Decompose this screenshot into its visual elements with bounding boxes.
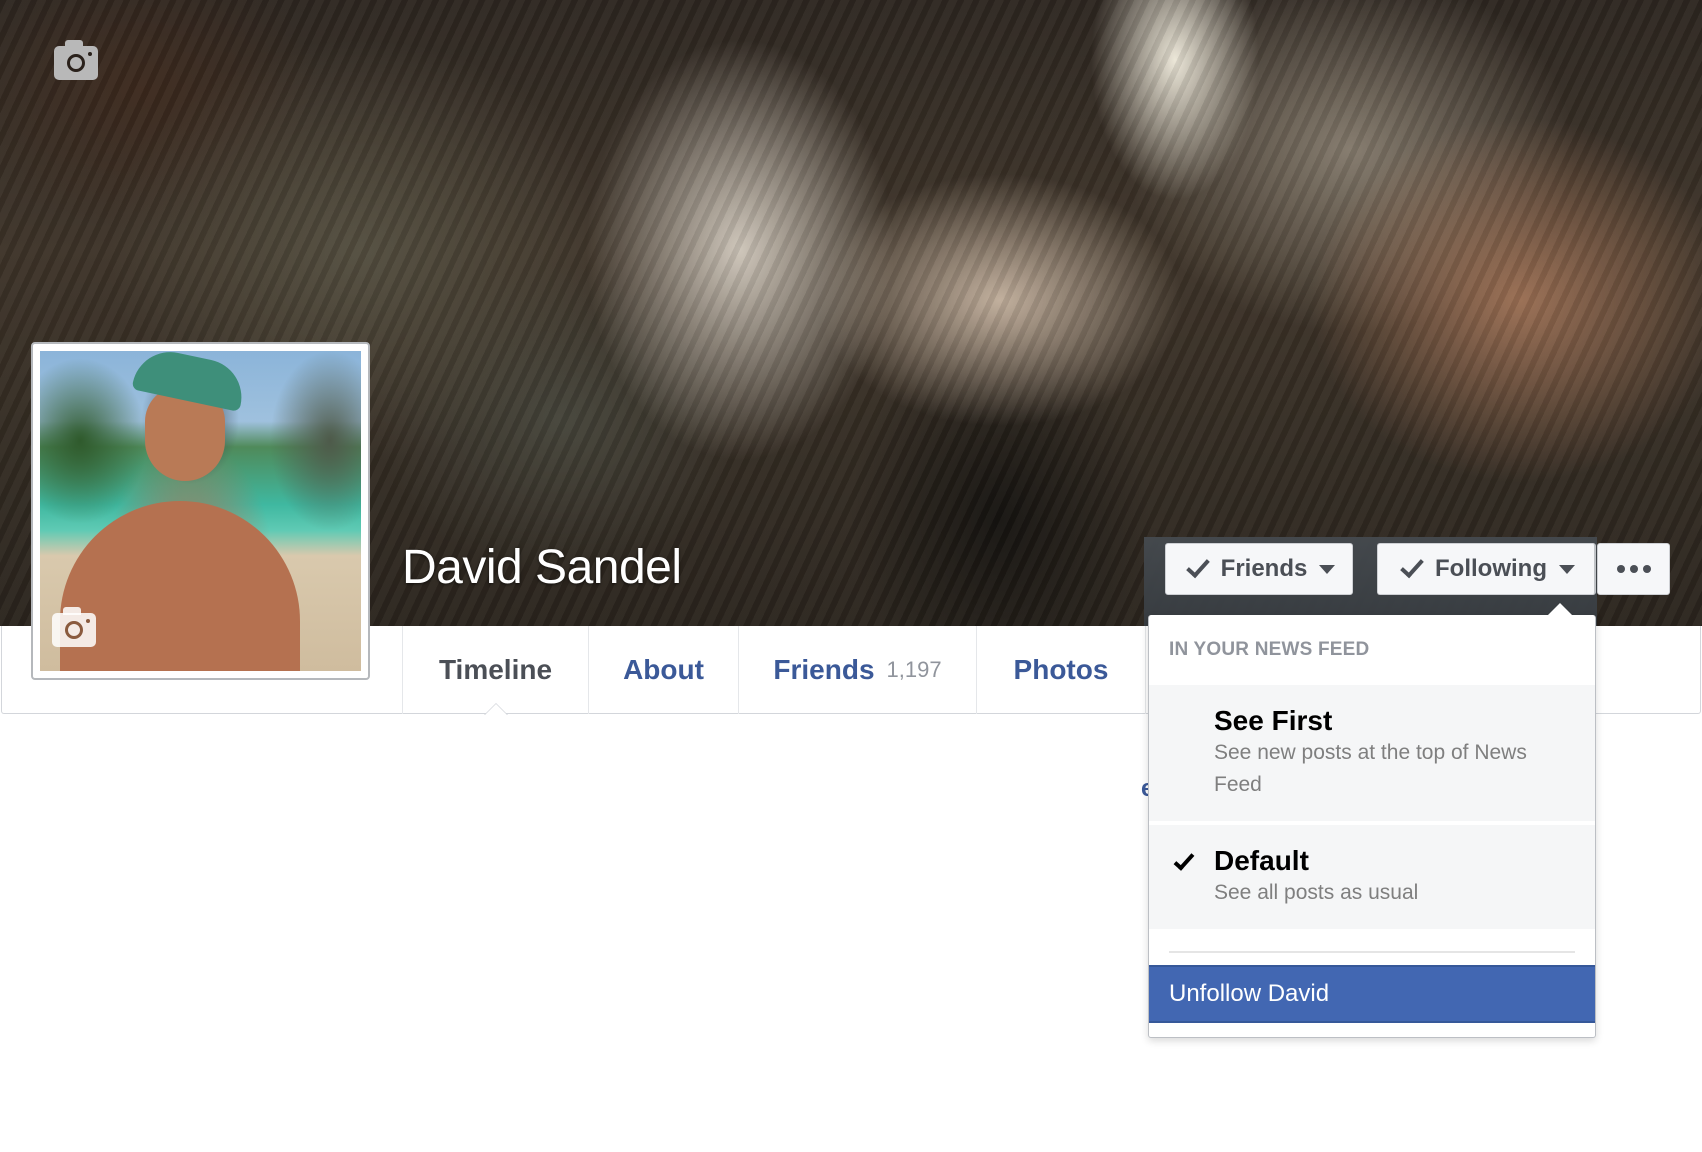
profile-photo [40, 351, 361, 671]
dropdown-divider [1169, 951, 1575, 953]
profile-nav-tabs: Timeline About Friends 1,197 Photos [402, 626, 1146, 715]
unfollow-button[interactable]: Unfollow David [1149, 965, 1595, 1023]
option-see-first[interactable]: See First See new posts at the top of Ne… [1149, 685, 1595, 821]
ellipsis-icon [1616, 565, 1651, 573]
tab-photos[interactable]: Photos [976, 626, 1146, 714]
option-default[interactable]: Default See all posts as usual [1149, 825, 1595, 929]
option-description: See all posts as usual [1214, 881, 1419, 904]
camera-icon[interactable] [54, 40, 98, 80]
dropdown-header: IN YOUR NEWS FEED [1169, 639, 1370, 660]
tab-about[interactable]: About [588, 626, 738, 714]
profile-picture[interactable] [31, 342, 370, 680]
tab-label: Timeline [438, 654, 553, 685]
following-button[interactable]: Following [1377, 543, 1596, 595]
more-options-button[interactable] [1597, 543, 1670, 595]
tab-label: Friends [773, 654, 875, 685]
friends-count: 1,197 [886, 657, 942, 682]
option-description: See new posts at the top of News Feed [1214, 741, 1527, 796]
caret-down-icon [1319, 564, 1336, 574]
following-button-label: Following [1435, 555, 1547, 582]
option-title: Default [1214, 845, 1309, 876]
following-dropdown-menu: IN YOUR NEWS FEED See First See new post… [1148, 615, 1596, 1038]
friends-button-label: Friends [1220, 555, 1308, 582]
camera-icon[interactable] [52, 607, 96, 647]
tab-label: About [623, 654, 704, 685]
tab-label: Photos [1013, 654, 1109, 685]
check-icon [1173, 849, 1195, 871]
friends-button[interactable]: Friends [1165, 543, 1353, 595]
check-icon [1185, 553, 1210, 579]
profile-name[interactable]: David Sandel [402, 540, 682, 595]
check-icon [1400, 553, 1424, 579]
tab-timeline[interactable]: Timeline [402, 626, 588, 715]
caret-down-icon [1558, 564, 1575, 574]
tab-friends[interactable]: Friends 1,197 [738, 626, 976, 714]
option-title: See First [1214, 705, 1333, 736]
dropdown-pointer [1547, 603, 1573, 616]
